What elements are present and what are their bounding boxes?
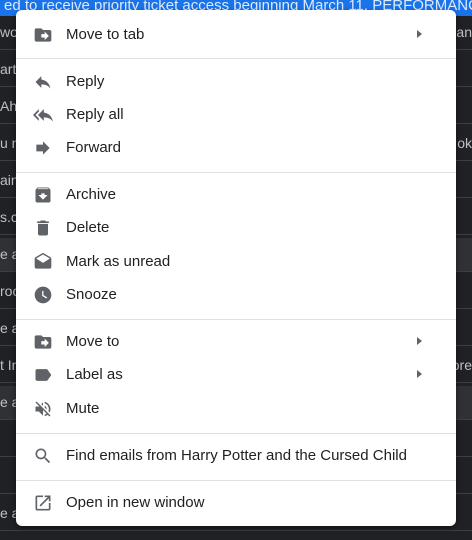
- move-to-icon: [33, 332, 53, 352]
- reply-icon: [33, 72, 53, 92]
- menu-divider: [16, 480, 456, 481]
- menu-item-label: Label as: [66, 366, 123, 383]
- forward-icon: [33, 138, 53, 158]
- menu-item-label: Snooze: [66, 286, 117, 303]
- archive-icon: [33, 185, 53, 205]
- menu-item-label: Reply: [66, 73, 105, 90]
- menu-item-label: Reply all: [66, 106, 124, 123]
- menu-item-label-as[interactable]: Label as: [16, 358, 456, 391]
- menu-item-mute[interactable]: Mute: [16, 392, 456, 425]
- search-icon: [33, 446, 53, 466]
- menu-item-snooze[interactable]: Snooze: [16, 278, 456, 311]
- clock-icon: [33, 285, 53, 305]
- menu-item-label: Move to tab: [66, 26, 145, 43]
- menu-item-label: Find emails from Harry Potter and the Cu…: [66, 447, 407, 464]
- menu-divider: [16, 319, 456, 320]
- menu-divider: [16, 172, 456, 173]
- menu-item-label: Archive: [66, 186, 117, 203]
- open-new-window-icon: [33, 493, 53, 513]
- menu-item-label: Mark as unread: [66, 253, 171, 270]
- menu-item-reply-all[interactable]: Reply all: [16, 98, 456, 131]
- label-icon: [33, 365, 53, 385]
- menu-item-label: Delete: [66, 219, 110, 236]
- submenu-arrow-icon: [417, 370, 422, 378]
- menu-item-move-to-tab[interactable]: Move to tab: [16, 18, 456, 51]
- context-menu: Move to tab Reply Reply all Forward Arch…: [16, 10, 456, 526]
- move-to-tab-icon: [33, 25, 53, 45]
- menu-item-delete[interactable]: Delete: [16, 211, 456, 244]
- menu-item-move-to[interactable]: Move to: [16, 325, 456, 358]
- submenu-arrow-icon: [417, 337, 422, 345]
- submenu-arrow-icon: [417, 30, 422, 38]
- menu-item-mark-as-unread[interactable]: Mark as unread: [16, 245, 456, 278]
- email-row-left-text: Ah: [0, 98, 18, 114]
- menu-divider: [16, 58, 456, 59]
- menu-item-open-in-new-window[interactable]: Open in new window: [16, 486, 456, 519]
- menu-divider: [16, 433, 456, 434]
- menu-item-label: Mute: [66, 400, 100, 417]
- menu-item-label: Open in new window: [66, 494, 205, 511]
- menu-item-archive[interactable]: Archive: [16, 178, 456, 211]
- email-row-left-text: art: [0, 61, 17, 77]
- mute-icon: [33, 399, 53, 419]
- menu-item-label: Move to: [66, 333, 120, 350]
- reply-all-icon: [33, 105, 53, 125]
- email-row-right-text: ok: [457, 135, 472, 151]
- menu-item-find-emails-from-sender[interactable]: Find emails from Harry Potter and the Cu…: [16, 439, 456, 472]
- menu-item-label: Forward: [66, 139, 122, 156]
- trash-icon: [33, 218, 53, 238]
- mark-unread-icon: [33, 252, 53, 272]
- menu-item-reply[interactable]: Reply: [16, 65, 456, 98]
- menu-item-forward[interactable]: Forward: [16, 131, 456, 164]
